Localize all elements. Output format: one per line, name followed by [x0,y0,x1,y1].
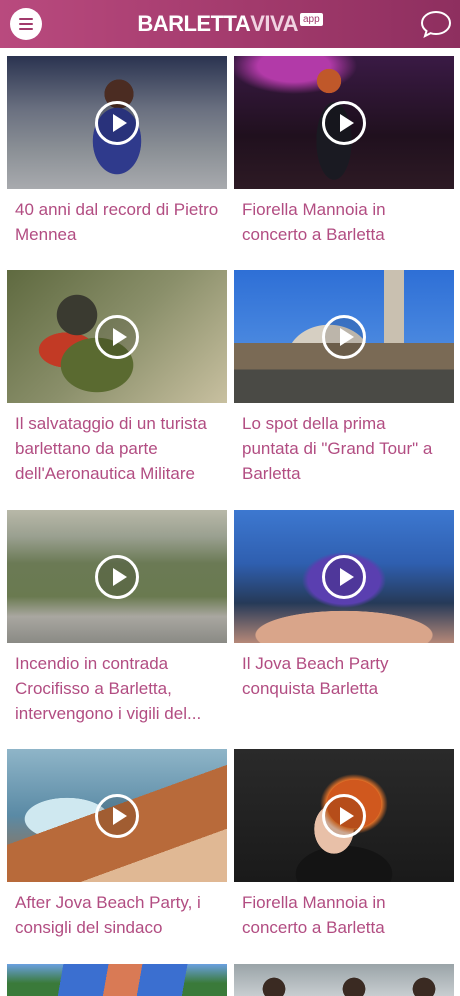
play-icon[interactable] [95,554,139,599]
video-thumbnail[interactable] [234,749,454,882]
video-card[interactable]: Lo spot della prima puntata di "Grand To… [234,270,454,486]
video-thumbnail[interactable] [7,749,227,882]
play-icon[interactable] [95,100,139,145]
video-card[interactable]: Fiorella Mannoia in concerto a Barletta [234,56,454,247]
menu-line [19,23,33,25]
menu-line [19,18,33,20]
play-icon[interactable] [322,554,366,599]
logo-text-barletta: BARLETTA [137,11,251,36]
logo-badge-app: app [299,13,323,26]
play-icon[interactable] [95,314,139,359]
logo-text-viva: VIVA [250,11,298,36]
video-thumbnail[interactable] [7,964,227,996]
play-icon[interactable] [95,793,139,838]
video-thumbnail[interactable] [234,964,454,996]
play-icon[interactable] [322,100,366,145]
video-thumbnail[interactable] [7,510,227,643]
video-title[interactable]: Fiorella Mannoia in concerto a Barletta [234,189,454,247]
video-thumbnail[interactable] [234,510,454,643]
video-card[interactable]: Il Jova Beach Party conquista Barletta [234,510,454,701]
play-icon[interactable] [322,314,366,359]
video-card[interactable] [7,964,227,996]
video-title[interactable]: After Jova Beach Party, i consigli del s… [7,882,227,940]
video-thumbnail[interactable] [234,56,454,189]
app-header: BARLETTA VIVA app [0,0,460,48]
video-thumbnail[interactable] [7,270,227,403]
video-title[interactable]: Lo spot della prima puntata di "Grand To… [234,403,454,486]
video-card[interactable] [234,964,454,996]
video-title[interactable]: Fiorella Mannoia in concerto a Barletta [234,882,454,940]
video-card[interactable]: After Jova Beach Party, i consigli del s… [7,749,227,940]
video-title[interactable]: Il Jova Beach Party conquista Barletta [234,643,454,701]
video-card[interactable]: Fiorella Mannoia in concerto a Barletta [234,749,454,940]
video-card[interactable]: 40 anni dal record di Pietro Mennea [7,56,227,247]
hamburger-menu-icon[interactable] [10,8,42,40]
chat-bubble-icon[interactable] [420,8,452,40]
video-title[interactable]: 40 anni dal record di Pietro Mennea [7,189,227,247]
play-icon[interactable] [322,793,366,838]
video-card[interactable]: Incendio in contrada Crocifisso a Barlet… [7,510,227,726]
video-card[interactable]: Il salvataggio di un turista barlettano … [7,270,227,486]
video-thumbnail[interactable] [7,56,227,189]
video-title[interactable]: Il salvataggio di un turista barlettano … [7,403,227,486]
video-title[interactable]: Incendio in contrada Crocifisso a Barlet… [7,643,227,726]
app-logo[interactable]: BARLETTA VIVA app [137,11,323,37]
menu-line [19,28,33,30]
video-thumbnail[interactable] [234,270,454,403]
